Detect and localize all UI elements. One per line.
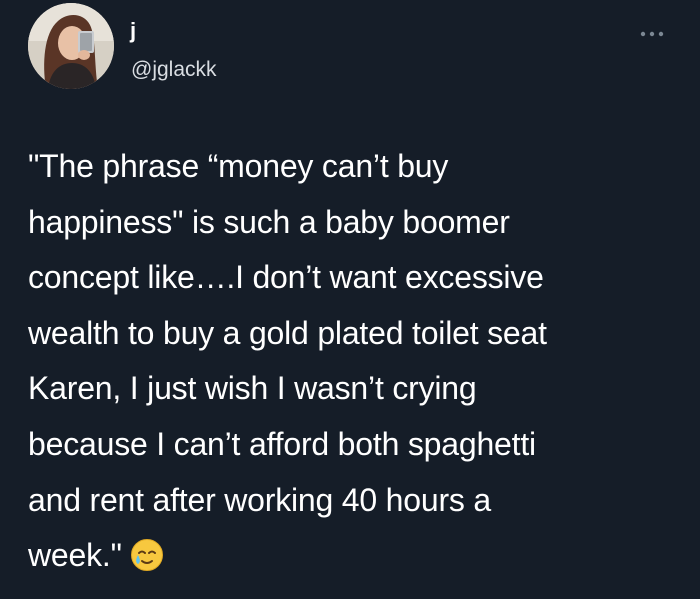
tweet-text-line: because I can’t afford both spaghetti xyxy=(28,425,536,462)
tweet-text-line: Karen, I just wish I wasn’t crying xyxy=(28,370,477,407)
ellipsis-icon xyxy=(640,31,664,37)
tweet-text-line: and rent after working 40 hours a xyxy=(28,481,492,518)
user-handle[interactable]: @jglackk xyxy=(131,57,217,83)
avatar[interactable] xyxy=(28,3,114,89)
tweet-text-line: wealth to buy a gold plated toilet seat xyxy=(28,314,547,351)
tweet-text-last-line: week." xyxy=(28,528,688,590)
profile-photo-icon xyxy=(28,3,114,89)
display-name[interactable]: j xyxy=(130,18,136,44)
more-options-button[interactable] xyxy=(632,22,672,46)
smiling-face-with-tear-icon xyxy=(130,534,164,590)
tweet-text-line: "The phrase “money can’t buy xyxy=(28,148,449,184)
tweet-text-line: concept like….I don’t want excessive xyxy=(28,259,544,296)
tweet-text-line: happiness" is such a baby boomer xyxy=(28,203,510,240)
tweet-text: "The phrase “money can’t buy happiness" … xyxy=(28,139,688,590)
tweet-card: j @jglackk "The phrase “money can’t buy … xyxy=(0,0,700,599)
tweet-text-line: week." xyxy=(28,537,122,574)
